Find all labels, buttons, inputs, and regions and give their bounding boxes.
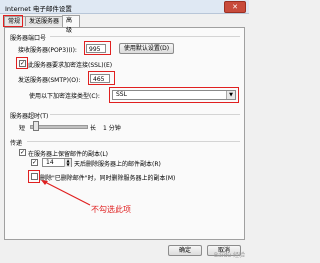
tab-advanced[interactable]: 高级	[62, 15, 80, 34]
watermark: Baidu 经验	[214, 252, 245, 259]
title-bar: Internet 电子邮件设置 ✕	[0, 0, 249, 14]
window-title: Internet 电子邮件设置	[5, 5, 72, 13]
ok-button[interactable]: 确定	[168, 245, 202, 256]
annotation-text: 不勾选此项	[91, 205, 131, 214]
close-button[interactable]: ✕	[224, 1, 246, 13]
email-settings-window: Internet 电子邮件设置 ✕ 常规 发送服务器 高级 服务器端口号 接收服…	[0, 0, 249, 263]
tab-highlight	[3, 15, 23, 27]
tab-outgoing-server[interactable]: 发送服务器	[25, 16, 63, 26]
advanced-panel: 服务器端口号 接收服务器(POP3)(I): 995 使用默认设置(D) ✓ 此…	[4, 27, 245, 240]
